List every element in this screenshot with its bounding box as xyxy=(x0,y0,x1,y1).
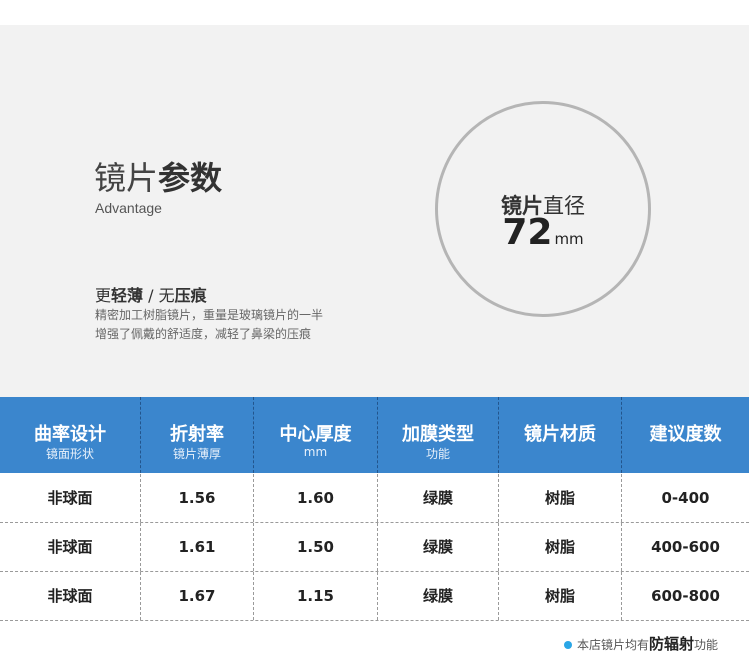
bullet-dot-icon xyxy=(563,640,572,649)
diameter-number: 72 xyxy=(502,212,553,253)
header-subtitle: mm xyxy=(303,445,328,459)
table-row: 非球面 1.67 1.15 绿膜 树脂 600-800 xyxy=(0,572,749,621)
title-bold: 参数 xyxy=(158,159,223,197)
table-cell: 600-800 xyxy=(621,572,749,620)
table-cell: 400-600 xyxy=(621,523,749,571)
feature-heading: 更轻薄 / 无压痕 xyxy=(95,282,207,306)
feature-heading-d: 压痕 xyxy=(174,286,207,305)
diameter-circle: 镜片直径 72 mm xyxy=(435,101,651,317)
table-cell: 非球面 xyxy=(47,489,93,507)
feature-desc-line-2: 增强了佩戴的舒适度，减轻了鼻梁的压痕 xyxy=(95,327,312,341)
table-cell: 1.67 xyxy=(140,572,253,620)
header-cell-material: 镜片材质 xyxy=(498,397,621,473)
feature-heading-b: 轻薄 xyxy=(111,286,144,305)
section-subtitle: Advantage xyxy=(95,200,162,216)
table-cell: 树脂 xyxy=(498,572,621,620)
table-cell: 绿膜 xyxy=(377,523,498,571)
header-cell-curvature: 曲率设计 镜面形状 xyxy=(0,397,140,473)
table-cell: 1.61 xyxy=(140,523,253,571)
header-title: 加膜类型 xyxy=(402,424,474,445)
table-row: 非球面 1.61 1.50 绿膜 树脂 400-600 xyxy=(0,523,749,572)
header-cell-center-thickness: 中心厚度 mm xyxy=(253,397,377,473)
footnote-suffix: 功能 xyxy=(693,638,718,652)
table-cell: 0-400 xyxy=(621,474,749,522)
feature-desc-line-1: 精密加工树脂镜片，重量是玻璃镜片的一半 xyxy=(95,308,324,322)
header-cell-refractive-index: 折射率 镜片薄厚 xyxy=(140,397,253,473)
table-cell: 1.60 xyxy=(253,474,377,522)
feature-heading-c: / 无 xyxy=(143,286,175,305)
header-subtitle: 镜片薄厚 xyxy=(172,447,221,461)
table-row: 非球面 1.56 1.60 绿膜 树脂 0-400 xyxy=(0,474,749,523)
diameter-value: 72 mm xyxy=(438,212,648,260)
feature-heading-a: 更 xyxy=(95,286,112,305)
table-cell: 绿膜 xyxy=(377,572,498,620)
table-cell: 非球面 xyxy=(47,538,93,556)
table-header: 曲率设计 镜面形状 折射率 镜片薄厚 中心厚度 mm 加膜类型 功能 镜片材质 … xyxy=(0,397,749,473)
footnote: 本店镜片均有防辐射功能 xyxy=(563,635,718,654)
table-cell: 绿膜 xyxy=(377,474,498,522)
table-cell: 树脂 xyxy=(498,474,621,522)
header-title: 镜片材质 xyxy=(524,424,596,445)
table-cell: 1.15 xyxy=(253,572,377,620)
table-cell: 1.56 xyxy=(140,474,253,522)
header-title: 曲率设计 xyxy=(34,424,106,445)
table-cell: 1.50 xyxy=(253,523,377,571)
section-title: 镜片参数 xyxy=(94,158,222,204)
footnote-emphasis: 防辐射 xyxy=(648,635,694,653)
header-title: 中心厚度 xyxy=(279,424,352,445)
header-subtitle: 镜面形状 xyxy=(45,447,94,461)
header-title: 建议度数 xyxy=(649,424,722,445)
table-cell: 非球面 xyxy=(47,587,93,605)
footnote-prefix: 本店镜片均有 xyxy=(576,638,649,652)
header-subtitle: 功能 xyxy=(425,447,450,461)
header-cell-recommended-power: 建议度数 xyxy=(621,397,749,473)
diameter-unit: mm xyxy=(554,230,584,248)
table-cell: 树脂 xyxy=(498,523,621,571)
header-title: 折射率 xyxy=(170,424,224,445)
title-light: 镜片 xyxy=(94,159,159,197)
header-cell-coating: 加膜类型 功能 xyxy=(377,397,498,473)
